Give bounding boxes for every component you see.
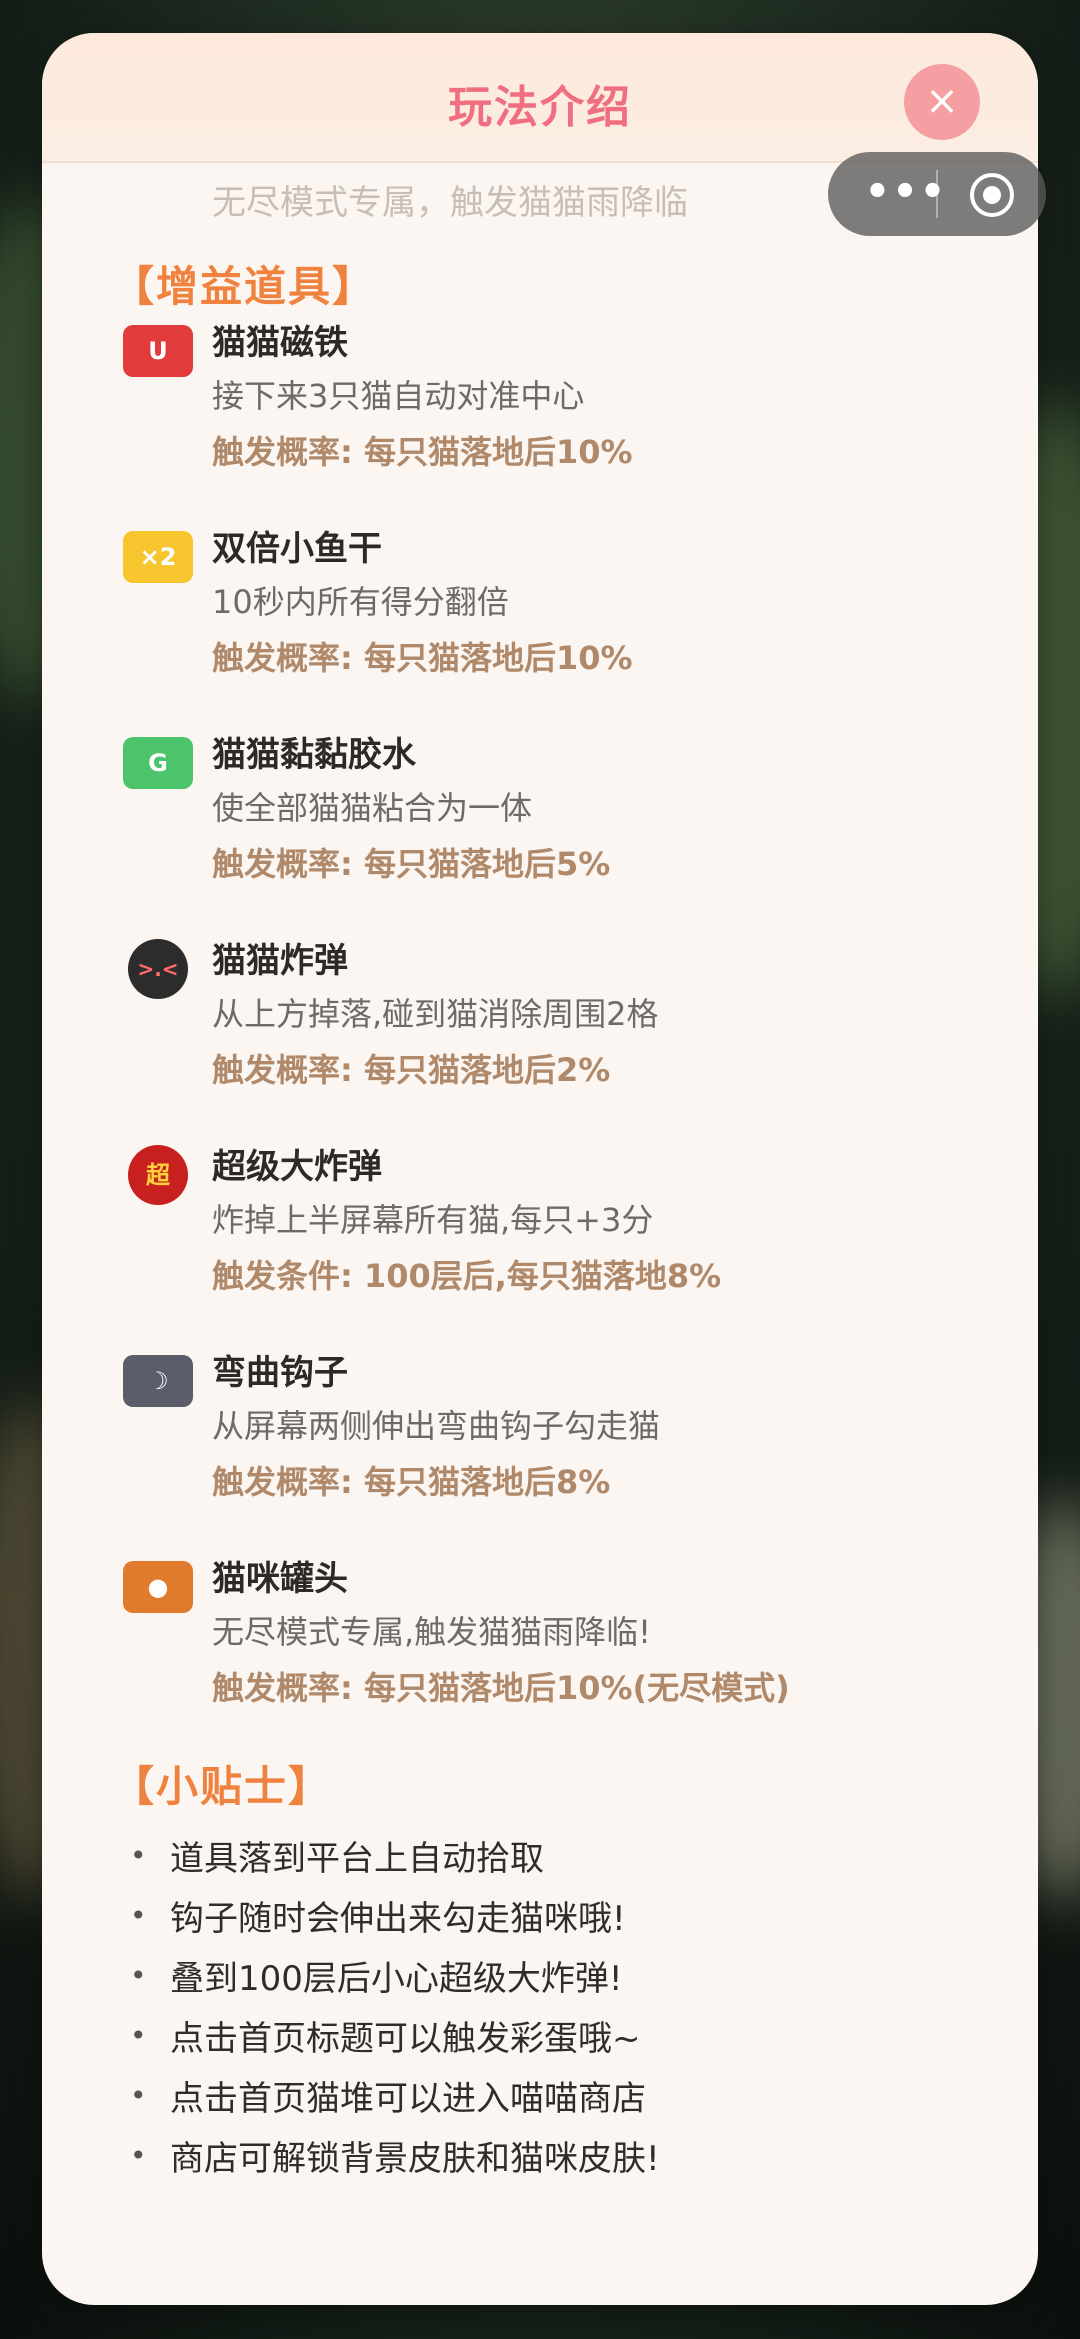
bullet-icon: •	[130, 2019, 147, 2052]
tip-text: 钩子随时会伸出来勾走猫咪哦!	[170, 1899, 626, 1939]
booster-description: 10秒内所有得分翻倍	[212, 583, 509, 621]
booster-trigger-rate: 触发概率: 每只猫落地后10%	[212, 639, 633, 677]
target-exit-icon[interactable]	[970, 173, 1014, 217]
bomb-icon: >.<	[128, 939, 188, 999]
booster-description: 从屏幕两侧伸出弯曲钩子勾走猫	[212, 1407, 661, 1445]
glue-icon: G	[123, 737, 193, 789]
booster-trigger-rate: 触发条件: 100层后,每只猫落地8%	[212, 1257, 722, 1295]
more-dots-icon[interactable]: •••	[856, 172, 956, 216]
tips-heading: 【小贴士】	[112, 1762, 333, 1811]
booster-trigger-rate: 触发概率: 每只猫落地后8%	[212, 1463, 611, 1501]
booster-item: >.< 猫猫炸弹从上方掉落,碰到猫消除周围2格 触发概率: 每只猫落地后2%	[42, 931, 1038, 1121]
booster-trigger-rate: 触发概率: 每只猫落地后10%(无尽模式)	[212, 1669, 790, 1707]
boosters-heading: 【增益道具】	[112, 262, 377, 311]
booster-name: 猫猫磁铁	[212, 323, 348, 363]
tip-text: 点击首页标题可以触发彩蛋哦~	[170, 2019, 641, 2059]
booster-name: 超级大炸弹	[212, 1147, 382, 1187]
booster-name: 弯曲钩子	[212, 1353, 348, 1393]
capsule-divider	[936, 170, 938, 218]
double-fish-icon: ×2	[123, 531, 193, 583]
booster-name: 猫猫炸弹	[212, 941, 348, 981]
booster-trigger-rate: 触发概率: 每只猫落地后10%	[212, 433, 633, 471]
booster-description: 无尽模式专属,触发猫猫雨降临!	[212, 1613, 652, 1651]
booster-trigger-rate: 触发概率: 每只猫落地后2%	[212, 1051, 611, 1089]
bullet-icon: •	[130, 2079, 147, 2112]
tip-text: 点击首页猫堆可以进入喵喵商店	[170, 2079, 646, 2119]
dialog-header: 玩法介绍 ×	[42, 33, 1038, 163]
close-button[interactable]: ×	[904, 64, 980, 140]
bullet-icon: •	[130, 1899, 147, 1932]
bullet-icon: •	[130, 2139, 147, 2172]
booster-item: ● 猫咪罐头无尽模式专属,触发猫猫雨降临! 触发概率: 每只猫落地后10%(无尽模式…	[42, 1549, 1038, 1739]
super-bomb-icon: 超	[128, 1145, 188, 1205]
scrolled-text-peek: 无尽模式专属，触发猫猫雨降临	[212, 183, 688, 223]
tip-text: 叠到100层后小心超级大炸弹!	[170, 1959, 623, 1999]
booster-description: 炸掉上半屏幕所有猫,每只+3分	[212, 1201, 654, 1239]
booster-name: 猫咪罐头	[212, 1559, 348, 1599]
rules-dialog: 玩法介绍 × 无尽模式专属，触发猫猫雨降临 【增益道具】 U 猫猫磁铁接下来3只猫…	[42, 33, 1038, 2305]
bullet-icon: •	[130, 1959, 147, 1992]
tip-text: 商店可解锁背景皮肤和猫咪皮肤!	[170, 2139, 660, 2179]
booster-trigger-rate: 触发概率: 每只猫落地后5%	[212, 845, 611, 883]
booster-description: 从上方掉落,碰到猫消除周围2格	[212, 995, 659, 1033]
magnet-icon: U	[123, 325, 193, 377]
dialog-title: 玩法介绍	[448, 82, 632, 133]
booster-description: 使全部猫猫粘合为一体	[212, 789, 533, 827]
bullet-icon: •	[130, 1839, 147, 1872]
booster-name: 猫猫黏黏胶水	[212, 735, 416, 775]
booster-item: G 猫猫黏黏胶水使全部猫猫粘合为一体触发概率: 每只猫落地后5%	[42, 725, 1038, 915]
booster-description: 接下来3只猫自动对准中心	[212, 377, 585, 415]
hook-icon: ☽	[123, 1355, 193, 1407]
miniprogram-capsule: •••	[828, 152, 1046, 236]
tip-text: 道具落到平台上自动拾取	[170, 1839, 544, 1879]
cat-can-icon: ●	[123, 1561, 193, 1613]
booster-name: 双倍小鱼干	[212, 529, 382, 569]
booster-item: 超超级大炸弹炸掉上半屏幕所有猫,每只+3分触发条件: 100层后,每只猫落地8%	[42, 1137, 1038, 1327]
booster-item: U 猫猫磁铁接下来3只猫自动对准中心触发概率: 每只猫落地后10%	[42, 313, 1038, 503]
booster-item: ☽ 弯曲钩子从屏幕两侧伸出弯曲钩子勾走猫 触发概率: 每只猫落地后8%	[42, 1343, 1038, 1533]
booster-item: ×2 双倍小鱼干 10秒内所有得分翻倍触发概率: 每只猫落地后10%	[42, 519, 1038, 709]
